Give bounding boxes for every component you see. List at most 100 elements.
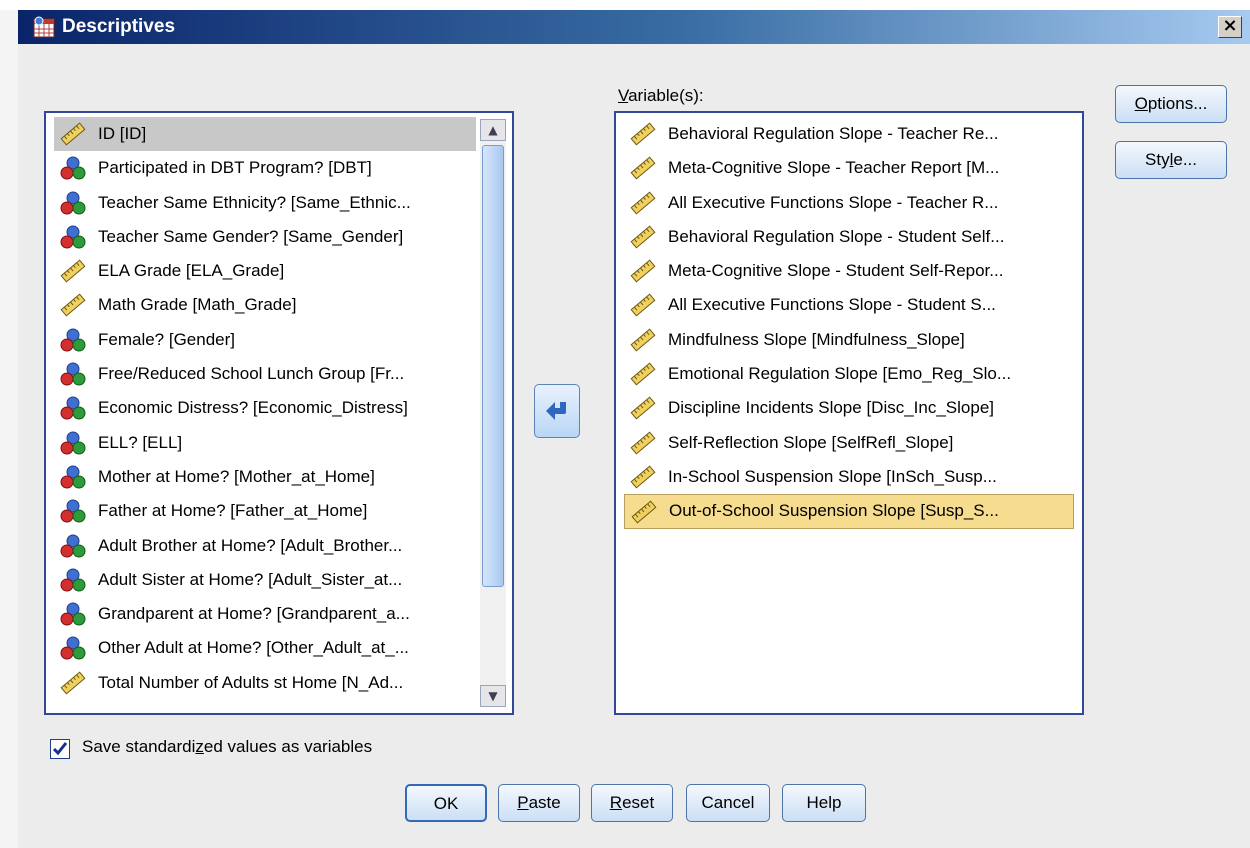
list-item[interactable]: Economic Distress? [Economic_Distress] xyxy=(54,391,476,425)
list-item-label: Meta-Cognitive Slope - Teacher Report [M… xyxy=(668,158,1000,178)
ok-button[interactable]: OK xyxy=(405,784,487,822)
list-item-label: Emotional Regulation Slope [Emo_Reg_Slo.… xyxy=(668,364,1012,384)
list-item[interactable]: Meta-Cognitive Slope - Teacher Report [M… xyxy=(624,151,1074,185)
list-item-label: Female? [Gender] xyxy=(98,329,236,349)
list-item-label: Mindfulness Slope [Mindfulness_Slope] xyxy=(668,329,965,349)
list-item[interactable]: Discipline Incidents Slope [Disc_Inc_Slo… xyxy=(624,391,1074,425)
list-item-label: All Executive Functions Slope - Teacher … xyxy=(668,192,999,212)
variables-label-accel: V xyxy=(618,86,629,105)
list-item-label: Behavioral Regulation Slope - Teacher Re… xyxy=(668,124,999,143)
help-button[interactable]: Help xyxy=(782,784,866,822)
list-item-label: Out-of-School Suspension Slope [Susp_S..… xyxy=(669,501,999,521)
list-item-label: Mother at Home? [Mother_at_Home] xyxy=(98,466,375,486)
reset-accel: R xyxy=(609,793,623,812)
ruler-icon xyxy=(630,362,656,386)
list-item-label: Meta-Cognitive Slope - Student Self-Repo… xyxy=(668,261,1004,281)
list-item[interactable]: Teacher Same Ethnicity? [Same_Ethnic... xyxy=(54,186,476,220)
ruler-icon xyxy=(630,191,656,215)
ruler-icon xyxy=(60,122,86,146)
variables-label: Variable(s): xyxy=(618,86,704,106)
list-item-label: All Executive Functions Slope - Student … xyxy=(668,295,996,315)
list-item[interactable]: ELA Grade [ELA_Grade] xyxy=(54,254,476,288)
ruler-icon xyxy=(630,431,656,455)
nominal-icon xyxy=(60,636,86,660)
scroll-down-button[interactable]: ▼ xyxy=(480,685,506,707)
list-item-label: In-School Suspension Slope [InSch_Susp..… xyxy=(668,466,997,486)
list-item[interactable]: All Executive Functions Slope - Student … xyxy=(624,288,1074,322)
source-items: ID [ID] Participated in DBT Program? [DBT… xyxy=(54,117,476,700)
list-item[interactable]: Adult Brother at Home? [Adult_Brother... xyxy=(54,529,476,563)
close-button[interactable]: × xyxy=(1218,16,1242,38)
list-item-label: Father at Home? [Father_at_Home] xyxy=(98,501,368,521)
spss-dialog-icon xyxy=(33,16,55,38)
list-item[interactable]: Mindfulness Slope [Mindfulness_Slope] xyxy=(624,323,1074,357)
ruler-icon xyxy=(630,122,656,146)
list-item[interactable]: ELL? [ELL] xyxy=(54,426,476,460)
list-item[interactable]: Behavioral Regulation Slope - Student Se… xyxy=(624,220,1074,254)
list-item[interactable]: Total Number of Adults st Home [N_Ad... xyxy=(54,666,476,700)
list-item[interactable]: ID [ID] xyxy=(54,117,476,152)
list-item-label: Other Adult at Home? [Other_Adult_at_... xyxy=(98,638,409,658)
scroll-up-button[interactable]: ▲ xyxy=(480,119,506,141)
list-item-label: Behavioral Regulation Slope - Student Se… xyxy=(668,226,1005,246)
list-item[interactable]: Emotional Regulation Slope [Emo_Reg_Slo.… xyxy=(624,357,1074,391)
list-item[interactable]: Participated in DBT Program? [DBT] xyxy=(54,151,476,185)
list-item-label: ID [ID] xyxy=(98,124,147,143)
source-variable-list[interactable]: ID [ID] Participated in DBT Program? [DBT… xyxy=(44,111,514,715)
paste-button[interactable]: Paste xyxy=(498,784,580,822)
options-accel: O xyxy=(1134,94,1148,113)
list-item[interactable]: Free/Reduced School Lunch Group [Fr... xyxy=(54,357,476,391)
scroll-thumb[interactable] xyxy=(482,145,504,587)
list-item-label: Teacher Same Gender? [Same_Gender] xyxy=(98,226,404,246)
nominal-icon xyxy=(60,568,86,592)
options-text: ptions... xyxy=(1147,94,1208,113)
ruler-icon xyxy=(630,396,656,420)
list-item-label: Adult Sister at Home? [Adult_Sister_at..… xyxy=(98,569,403,589)
window-left-edge xyxy=(0,10,19,848)
variables-label-text: ariable(s): xyxy=(628,86,704,105)
ruler-icon xyxy=(60,671,86,695)
list-item-label: Free/Reduced School Lunch Group [Fr... xyxy=(98,364,405,384)
nominal-icon xyxy=(60,225,86,249)
check-label-pre: Save standardi xyxy=(82,737,196,756)
check-label-accel: z xyxy=(195,737,204,756)
list-item[interactable]: Behavioral Regulation Slope - Teacher Re… xyxy=(624,117,1074,151)
list-item-label: Self-Reflection Slope [SelfRefl_Slope] xyxy=(668,432,954,452)
list-item[interactable]: Grandparent at Home? [Grandparent_a... xyxy=(54,597,476,631)
paste-accel: P xyxy=(517,793,529,812)
paste-text: aste xyxy=(528,793,561,812)
list-item[interactable]: Self-Reflection Slope [SelfRefl_Slope] xyxy=(624,426,1074,460)
save-standardized-checkbox[interactable] xyxy=(50,739,70,759)
list-item[interactable]: Father at Home? [Father_at_Home] xyxy=(54,494,476,528)
title-bar[interactable]: Descriptives × xyxy=(18,10,1250,44)
options-button[interactable]: Options... xyxy=(1115,85,1227,123)
list-item[interactable]: In-School Suspension Slope [InSch_Susp..… xyxy=(624,460,1074,494)
list-item[interactable]: Meta-Cognitive Slope - Student Self-Repo… xyxy=(624,254,1074,288)
reset-button[interactable]: Reset xyxy=(591,784,673,822)
list-item[interactable]: Mother at Home? [Mother_at_Home] xyxy=(54,460,476,494)
ruler-icon xyxy=(630,294,656,317)
move-variable-button[interactable] xyxy=(534,384,580,438)
list-item[interactable]: Adult Sister at Home? [Adult_Sister_at..… xyxy=(54,563,476,597)
style-button[interactable]: Style... xyxy=(1115,141,1227,179)
list-item-label: Discipline Incidents Slope [Disc_Inc_Slo… xyxy=(668,398,995,418)
style-text-pre: Sty xyxy=(1145,150,1170,169)
reset-text: eset xyxy=(622,793,655,812)
dialog-title: Descriptives xyxy=(62,16,176,37)
list-item[interactable]: Teacher Same Gender? [Same_Gender] xyxy=(54,220,476,254)
list-item[interactable]: Female? [Gender] xyxy=(54,323,476,357)
list-item[interactable]: All Executive Functions Slope - Teacher … xyxy=(624,186,1074,220)
source-list-scrollbar[interactable]: ▲ ▼ xyxy=(480,119,506,707)
nominal-icon xyxy=(60,465,86,489)
cancel-button[interactable]: Cancel xyxy=(686,784,770,822)
list-item[interactable]: Math Grade [Math_Grade] xyxy=(54,288,476,322)
checkmark-icon xyxy=(52,742,68,756)
list-item-label: Teacher Same Ethnicity? [Same_Ethnic... xyxy=(98,192,411,212)
nominal-icon xyxy=(60,328,86,352)
nominal-icon xyxy=(60,602,86,626)
list-item[interactable]: Other Adult at Home? [Other_Adult_at_... xyxy=(54,631,476,665)
list-item-label: ELL? [ELL] xyxy=(98,432,183,452)
list-item[interactable]: Out-of-School Suspension Slope [Susp_S..… xyxy=(624,494,1074,529)
target-variable-list[interactable]: Behavioral Regulation Slope - Teacher Re… xyxy=(614,111,1084,715)
save-standardized-label[interactable]: Save standardized values as variables xyxy=(82,737,372,757)
